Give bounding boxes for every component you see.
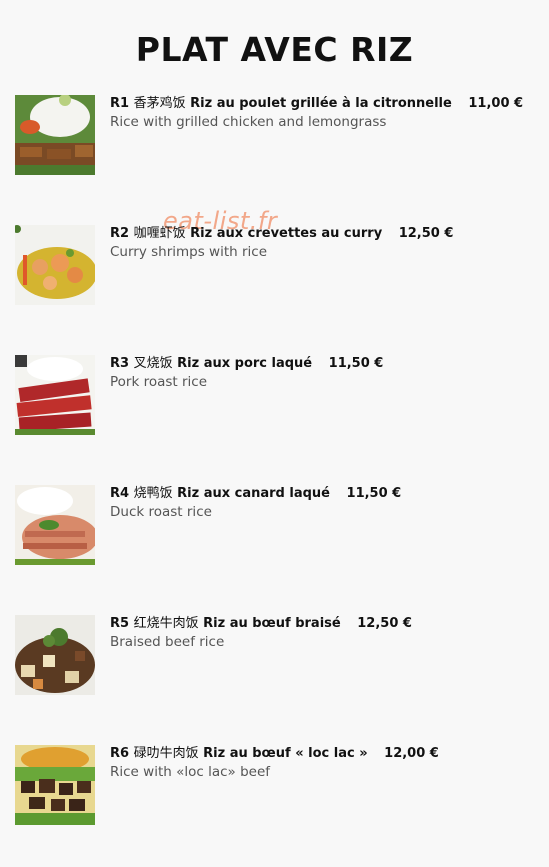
menu-item-r5[interactable]: R5 红烧牛肉饭 Riz au bœuf braisé 12,50 € Brai… [15,615,545,695]
item-price: 12,50 € [357,616,412,631]
menu-item-r3[interactable]: R3 叉烧饭 Riz aux porc laqué 11,50 € Pork r… [15,355,545,435]
item-title: R5 红烧牛肉饭 Riz au bœuf braisé 12,50 € [110,615,540,633]
item-title: R2 咖喱虾饭 Riz aux crevettes au curry 12,50… [110,225,540,243]
dish-photo-pork [15,355,95,435]
item-french-name: Riz aux canard laqué [177,486,330,501]
item-french-name: Riz au bœuf « loc lac » [203,746,368,761]
item-french-name: Riz au poulet grillée à la citronnelle [190,96,452,111]
item-title: R3 叉烧饭 Riz aux porc laqué 11,50 € [110,355,540,373]
menu-item-r2[interactable]: R2 咖喱虾饭 Riz aux crevettes au curry 12,50… [15,225,545,305]
menu-item-r4[interactable]: R4 烧鸭饭 Riz aux canard laqué 11,50 € Duck… [15,485,545,565]
item-chinese-name: 碌叻牛肉饭 [133,746,199,761]
item-price: 11,50 € [346,486,402,501]
item-code: R1 [110,96,130,111]
item-french-name: Riz aux porc laqué [177,356,313,371]
item-english-name: Rice with grilled chicken and lemongrass [110,114,387,130]
dish-photo-loc-lac-beef [15,745,95,825]
item-code: R5 [110,616,130,631]
item-chinese-name: 咖喱虾饭 [133,226,186,241]
dish-photo-duck [15,485,95,565]
item-price: 11,50 € [328,356,384,371]
item-code: R6 [110,746,130,761]
item-english-name: Braised beef rice [110,634,225,650]
menu-item-r1[interactable]: R1 香茅鸡饭 Riz au poulet grillée à la citro… [15,95,545,175]
item-chinese-name: 香茅鸡饭 [133,96,186,111]
page-title: PLAT AVEC RIZ [135,30,414,69]
item-english-name: Curry shrimps with rice [110,244,268,260]
item-french-name: Riz au bœuf braisé [203,616,341,631]
menu-item-r6[interactable]: R6 碌叻牛肉饭 Riz au bœuf « loc lac » 12,00 €… [15,745,545,825]
item-code: R4 [110,486,130,501]
dish-photo-shrimp [15,225,95,305]
item-title: R6 碌叻牛肉饭 Riz au bœuf « loc lac » 12,00 € [110,745,540,763]
dish-photo-chicken [15,95,95,175]
item-price: 12,50 € [398,226,454,241]
item-english-name: Rice with «loc lac» beef [110,764,270,780]
item-code: R2 [110,226,130,241]
item-price: 11,00 € [468,96,524,111]
item-chinese-name: 叉烧饭 [133,356,173,371]
item-code: R3 [110,356,130,371]
item-title: R4 烧鸭饭 Riz aux canard laqué 11,50 € [110,485,540,503]
item-chinese-name: 烧鸭饭 [133,486,173,501]
item-english-name: Duck roast rice [110,504,212,520]
dish-photo-braised-beef [15,615,95,695]
item-title: R1 香茅鸡饭 Riz au poulet grillée à la citro… [110,95,540,113]
item-chinese-name: 红烧牛肉饭 [133,616,199,631]
item-french-name: Riz aux crevettes au curry [190,226,383,241]
item-english-name: Pork roast rice [110,374,208,390]
item-price: 12,00 € [384,746,439,761]
